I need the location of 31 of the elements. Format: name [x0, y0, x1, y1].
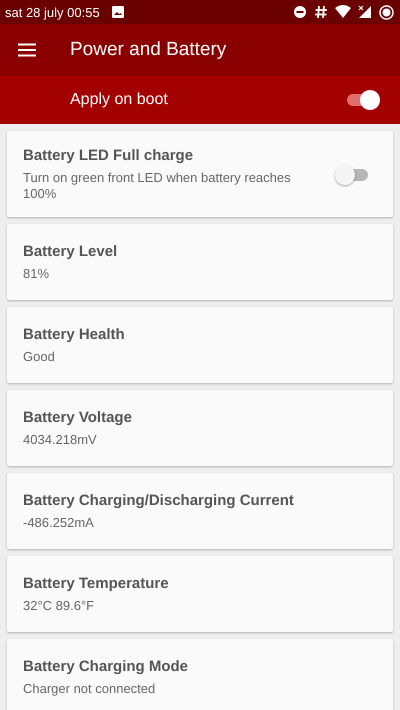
menu-icon[interactable]: [18, 43, 36, 57]
apply-on-boot-label: Apply on boot: [70, 91, 169, 109]
card-title: Battery Temperature: [23, 574, 170, 592]
status-time: sat 28 july 00:55: [5, 4, 100, 20]
card-title: Battery Charging Mode: [23, 658, 190, 675]
hash-icon: [314, 5, 328, 19]
do-not-disturb-icon: [293, 5, 307, 19]
card-subtitle: 32°C 89.6°F: [23, 598, 96, 614]
setting-card[interactable]: Battery Charging Mode Charger not connected: [7, 638, 393, 710]
signal-icon: [358, 5, 372, 19]
card-title: Battery Health: [23, 326, 126, 343]
card-subtitle: 81%: [23, 266, 50, 282]
card-subtitle: Charger not connected: [23, 680, 156, 698]
card-title: Battery Voltage: [23, 408, 133, 426]
card-title: Battery Level: [23, 242, 118, 260]
toolbar-title: Power and Battery: [70, 39, 226, 61]
card-title: Battery LED Full charge: [23, 147, 194, 164]
setting-card[interactable]: Battery Voltage 4034.218mV: [7, 390, 393, 466]
setting-card[interactable]: Battery LED Full charge Turn on green front LED when battery reaches 100%: [7, 131, 393, 216]
wifi-icon: [335, 5, 351, 19]
setting-card[interactable]: Battery Level 81%: [7, 224, 393, 300]
setting-card[interactable]: Battery Health Good: [7, 306, 393, 382]
card-subtitle: -486.252mA: [23, 514, 95, 532]
card-subtitle: 4034.218mV: [23, 432, 98, 448]
image-icon: [110, 5, 125, 19]
card-subtitle: Good: [23, 348, 56, 366]
card-title: Battery Charging/Discharging Current: [23, 492, 295, 509]
battery-icon: [379, 4, 394, 20]
setting-card[interactable]: Battery Temperature 32°C 89.6°F: [7, 556, 393, 632]
card-subtitle: Turn on green front LED when battery reaches 100%: [23, 170, 292, 202]
setting-card[interactable]: Battery Charging/Discharging Current -486.252mA: [7, 472, 393, 548]
